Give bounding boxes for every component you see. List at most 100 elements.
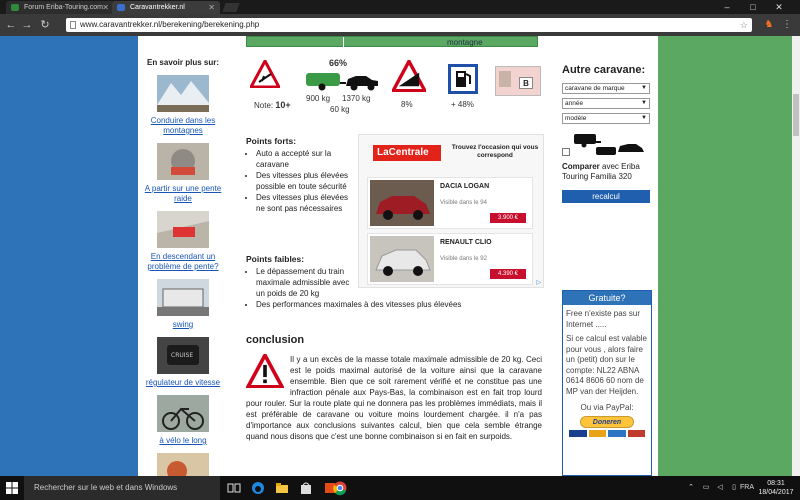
taskbar-search[interactable]: Rechercher sur le web et dans Windows	[24, 476, 220, 500]
steep-slope-thumbnail	[157, 143, 209, 180]
car-image	[370, 180, 434, 226]
file-explorer-icon[interactable]	[274, 480, 290, 496]
link-conduire-montagnes[interactable]: Conduire dans les montagnes	[138, 116, 228, 136]
tab-forum[interactable]: Forum Eriba-Touring.com ✕	[6, 1, 114, 14]
link-swing[interactable]: swing	[138, 320, 228, 330]
select-value: modèle	[565, 115, 587, 122]
tray-people-icon[interactable]: ⌃	[684, 476, 698, 500]
minimize-button[interactable]: –	[716, 0, 738, 14]
bookmark-star-icon[interactable]: ☆	[740, 18, 748, 32]
compare-checkbox[interactable]	[562, 148, 570, 156]
paypal-label: Ou via PayPal:	[580, 403, 634, 412]
close-window-button[interactable]: ✕	[768, 0, 790, 14]
descending-thumbnail	[157, 211, 209, 248]
left-column: En savoir plus sur: Conduire dans les mo…	[138, 58, 228, 476]
year-select[interactable]: année ▼	[562, 98, 650, 109]
ad-price: 3.900 €	[490, 213, 526, 223]
donation-box: Gratuite? Free n'existe pas sur Internet…	[562, 290, 652, 476]
volume-icon[interactable]: ◁	[714, 476, 726, 500]
ad-model: DACIA LOGAN	[440, 183, 490, 190]
warning-grade-icon	[392, 60, 426, 92]
lacentrale-logo[interactable]: LaCentrale	[373, 145, 441, 161]
page-icon	[70, 21, 76, 29]
compare-text: Comparer avec Eriba Touring Familia 320	[562, 162, 652, 182]
list-item: Auto a accepté sur la caravane	[256, 148, 356, 170]
ad-visible: Visible dans le 94	[440, 200, 487, 206]
url-text: www.caravantrekker.nl/berekening/bereken…	[80, 20, 260, 29]
address-bar[interactable]: www.caravantrekker.nl/berekening/bereken…	[66, 18, 752, 32]
close-icon[interactable]: ✕	[208, 1, 215, 14]
task-view-icon[interactable]	[226, 480, 242, 496]
card-icon	[608, 429, 626, 437]
list-item: Le dépassement du train maximale admissi…	[256, 266, 354, 299]
content-area: montagne En savoir plus sur: Conduire da…	[138, 36, 658, 476]
chrome-icon[interactable]	[332, 480, 348, 496]
ad-price: 4.390 €	[490, 269, 526, 279]
weight-left: 900 kg	[306, 94, 331, 103]
strong-points: Points forts: Auto a accepté sur la cara…	[246, 136, 356, 214]
donation-title: Gratuite?	[563, 291, 651, 305]
model-select[interactable]: modèle ▼	[562, 113, 650, 124]
recalc-button[interactable]: recalcul	[562, 190, 650, 203]
ad-slogan: Trouvez l'occasion qui vous correspond	[451, 144, 539, 159]
list-item: Des performances maximales à des vitesse…	[256, 299, 546, 310]
list-item: Des vitesses plus élevées possible en to…	[256, 170, 356, 192]
svg-text:CRUISE: CRUISE	[171, 352, 193, 359]
tab-label: Caravantrekker.nl	[130, 4, 185, 11]
compare-bold: Comparer	[562, 162, 600, 171]
select-value: année	[565, 100, 584, 107]
maximize-button[interactable]: □	[742, 0, 764, 14]
paypal-donate-button[interactable]: Doneren	[580, 415, 634, 428]
note-value: 10+	[275, 100, 291, 110]
mountain-thumbnail	[157, 75, 209, 112]
store-icon[interactable]	[298, 480, 314, 496]
tab-strip: Forum Eriba-Touring.com ✕ Caravantrekker…	[0, 0, 800, 14]
windows-start-icon[interactable]	[0, 476, 24, 500]
licence-photo	[499, 71, 511, 87]
close-icon[interactable]: ✕	[102, 1, 109, 14]
tab-caravantrekker[interactable]: Caravantrekker.nl ✕	[112, 1, 220, 14]
ad-card[interactable]: DACIA LOGAN Visible dans le 94 3.900 €	[367, 177, 533, 229]
dropdown-arrow-icon: ▼	[641, 100, 647, 106]
adchoices-icon[interactable]: ▷	[536, 279, 541, 286]
compare-row	[562, 128, 652, 162]
licence-category: B	[519, 77, 533, 89]
network-icon[interactable]: ▭	[700, 476, 712, 500]
card-icon	[588, 429, 606, 437]
lacentrale-ad[interactable]: LaCentrale Trouvez l'occasion qui vous c…	[358, 134, 544, 288]
ad-visible: Visible dans le 92	[440, 256, 487, 262]
back-arrow-icon[interactable]: ←	[4, 18, 18, 32]
language-indicator[interactable]: FRA	[738, 476, 756, 500]
select-value: caravane de marque	[565, 85, 625, 92]
link-descendant-pente[interactable]: En descendant un problème de pente?	[138, 252, 228, 272]
tab-label: Forum Eriba-Touring.com	[24, 4, 103, 11]
left-heading: En savoir plus sur:	[146, 58, 220, 67]
top-bar-label: montagne	[447, 38, 483, 47]
search-placeholder: Rechercher sur le web et dans Windows	[34, 483, 178, 492]
top-green-bar: montagne	[246, 36, 538, 47]
warning-icon	[246, 354, 284, 388]
reload-icon[interactable]: ↻	[38, 18, 52, 32]
extension-icon[interactable]: ♞	[762, 18, 776, 32]
card-icon	[627, 429, 645, 437]
new-tab-button[interactable]	[222, 3, 240, 12]
forward-arrow-icon[interactable]: →	[20, 18, 34, 32]
cruise-control-thumbnail: CRUISE	[157, 337, 209, 374]
left-background	[0, 36, 138, 476]
link-regulateur-vitesse[interactable]: régulateur de vitesse	[138, 378, 228, 388]
card-icon	[569, 429, 587, 437]
ad-card[interactable]: RENAULT CLIO Visible dans le 92 4.390 €	[367, 233, 533, 285]
scrollbar-thumb[interactable]	[793, 94, 799, 136]
conclusion-title: conclusion	[246, 334, 305, 346]
system-clock[interactable]: 08:31 18/04/2017	[757, 479, 795, 497]
brand-select[interactable]: caravane de marque ▼	[562, 83, 650, 94]
link-velo[interactable]: à vélo le long	[138, 436, 228, 446]
strong-title: Points forts:	[246, 136, 297, 146]
donation-text-1: Free n'existe pas sur Internet .....	[566, 309, 641, 329]
fuel-station-icon	[448, 64, 478, 94]
weight-sub: 60 kg	[330, 105, 350, 114]
edge-icon[interactable]	[250, 480, 266, 496]
link-pente-raide[interactable]: A partir sur une pente raide	[138, 184, 228, 204]
fuel-percent: + 48%	[451, 100, 474, 109]
menu-icon[interactable]: ⋮	[780, 18, 794, 32]
